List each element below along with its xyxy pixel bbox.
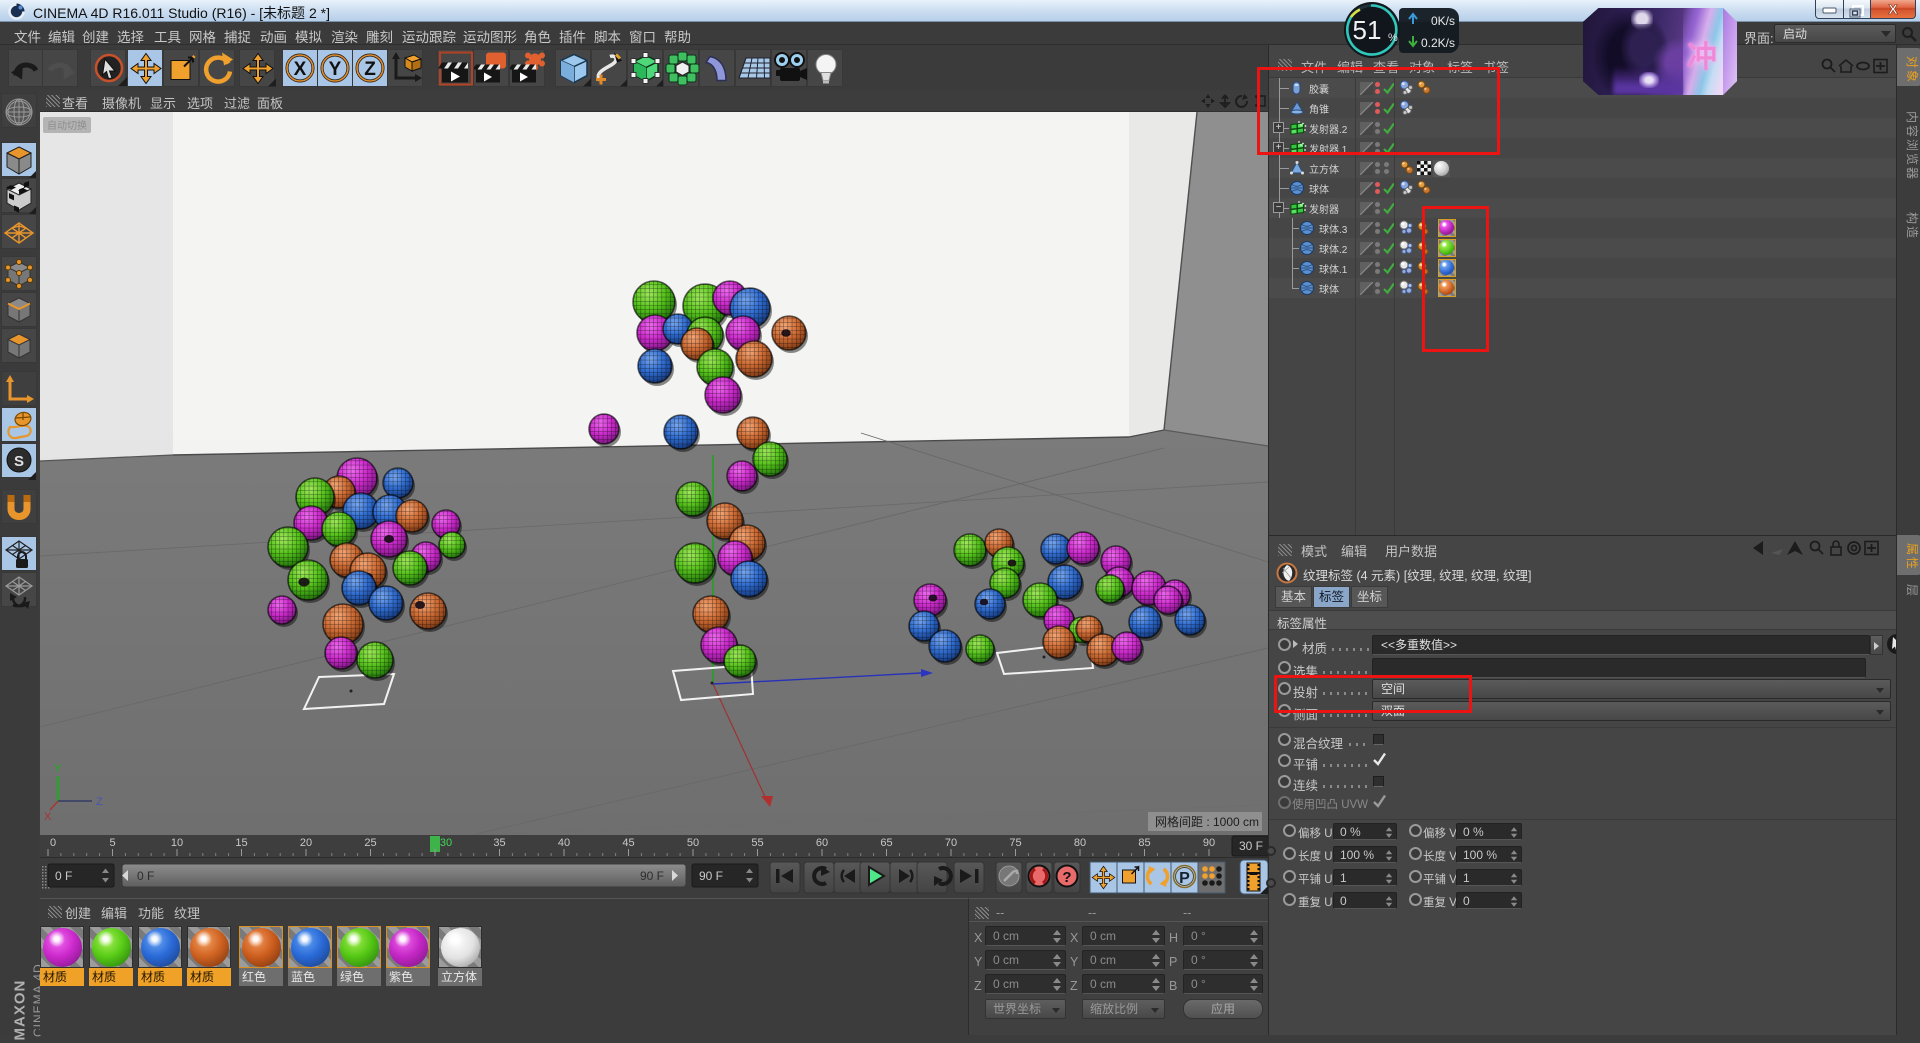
svg-text:51: 51 [1353,15,1382,45]
svg-text:75: 75 [1009,837,1021,849]
svg-text:0.2K/s: 0.2K/s [1421,36,1455,50]
svg-text:%: % [1388,32,1398,44]
svg-text:30: 30 [440,837,452,849]
svg-text:Z: Z [96,796,103,808]
svg-text:15: 15 [235,837,247,849]
svg-text:90 F: 90 F [699,869,723,883]
svg-text:10: 10 [171,837,183,849]
svg-text:65: 65 [880,837,892,849]
svg-text:35: 35 [493,837,505,849]
svg-text:Y: Y [54,763,62,775]
svg-text:X: X [44,811,52,823]
svg-text:0 F: 0 F [137,869,154,883]
svg-text:25: 25 [364,837,376,849]
svg-text:40: 40 [558,837,570,849]
svg-text:45: 45 [622,837,634,849]
svg-text:60: 60 [816,837,828,849]
svg-text:0K/s: 0K/s [1431,14,1455,28]
svg-text:P: P [1179,870,1190,887]
svg-text:50: 50 [687,837,699,849]
svg-text:Z: Z [364,59,376,80]
svg-text:Y: Y [329,59,342,80]
svg-text:70: 70 [945,837,957,849]
svg-text:20: 20 [300,837,312,849]
svg-text:30 F: 30 F [1239,839,1263,853]
svg-text:0: 0 [50,837,56,849]
svg-text:?: ? [1062,869,1071,886]
svg-text:85: 85 [1138,837,1150,849]
svg-text:自动切换: 自动切换 [47,119,87,132]
svg-text:80: 80 [1074,837,1086,849]
svg-text:5: 5 [109,837,115,849]
svg-text:90: 90 [1203,837,1215,849]
svg-text:X: X [1888,1,1898,17]
svg-text:网格间距 : 1000 cm: 网格间距 : 1000 cm [1155,814,1259,829]
svg-text:X: X [294,59,307,80]
svg-text:55: 55 [751,837,763,849]
svg-text:S: S [14,453,24,470]
svg-text:90 F: 90 F [640,869,664,883]
svg-text:0 F: 0 F [55,869,72,883]
